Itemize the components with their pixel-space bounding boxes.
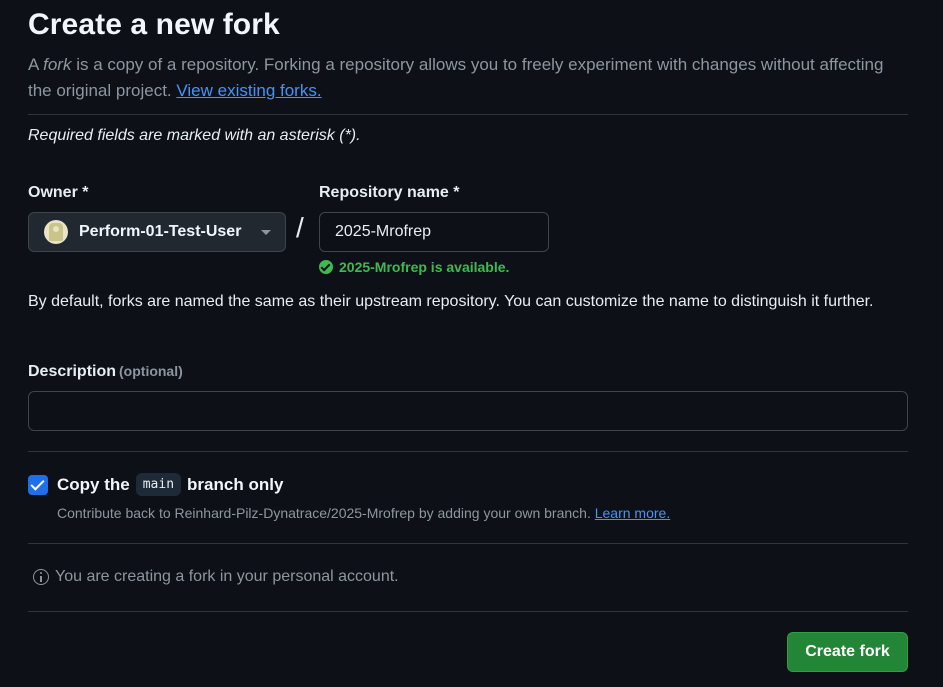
create-fork-page: Create a new fork A fork is a copy of a … — [0, 0, 943, 687]
copy-branch-help-text: Contribute back to Reinhard-Pilz-Dynatra… — [57, 505, 595, 521]
create-fork-button[interactable]: Create fork — [787, 632, 908, 672]
description-label-row: Description (optional) — [28, 363, 183, 381]
copy-branch-label: Copy the main branch only — [57, 473, 283, 496]
description-label: Description — [28, 363, 117, 380]
divider — [28, 114, 908, 115]
intro-prefix: A — [28, 55, 44, 74]
repository-name-input[interactable] — [319, 212, 549, 252]
availability-status: 2025-Mrofrep is available. — [319, 259, 509, 275]
intro-body: is a copy of a repository. Forking a rep… — [28, 55, 884, 100]
info-icon — [33, 569, 49, 585]
divider — [28, 451, 908, 452]
availability-text: 2025-Mrofrep is available. — [339, 259, 510, 275]
naming-hint: By default, forks are named the same as … — [28, 293, 874, 310]
intro-text: A fork is a copy of a repository. Forkin… — [28, 52, 888, 104]
intro-emphasis: fork — [43, 55, 72, 74]
copy-branch-label-end: branch only — [187, 474, 284, 494]
owner-repo-separator: / — [296, 212, 304, 243]
page-title: Create a new fork — [28, 8, 280, 41]
divider — [28, 543, 908, 544]
owner-dropdown[interactable]: Perform-01-Test-User — [28, 212, 286, 252]
personal-account-text: You are creating a fork in your personal… — [55, 568, 399, 585]
check-circle-icon — [319, 260, 333, 274]
chevron-down-icon — [261, 229, 271, 235]
copy-branch-help: Contribute back to Reinhard-Pilz-Dynatra… — [57, 505, 670, 521]
branch-name-code: main — [135, 473, 182, 496]
description-input[interactable] — [28, 391, 908, 431]
copy-branch-label-start: Copy the — [57, 474, 130, 494]
divider — [28, 611, 908, 612]
avatar-icon — [44, 220, 68, 244]
copy-branch-checkbox[interactable] — [28, 475, 48, 495]
required-fields-note: Required fields are marked with an aster… — [28, 127, 361, 144]
optional-tag: (optional) — [119, 363, 183, 379]
repository-name-label: Repository name * — [319, 184, 460, 201]
personal-account-notice: You are creating a fork in your personal… — [33, 568, 399, 586]
learn-more-link[interactable]: Learn more. — [595, 505, 670, 521]
view-existing-forks-link[interactable]: View existing forks. — [176, 81, 321, 100]
owner-name: Perform-01-Test-User — [79, 223, 242, 240]
owner-label: Owner * — [28, 184, 89, 201]
